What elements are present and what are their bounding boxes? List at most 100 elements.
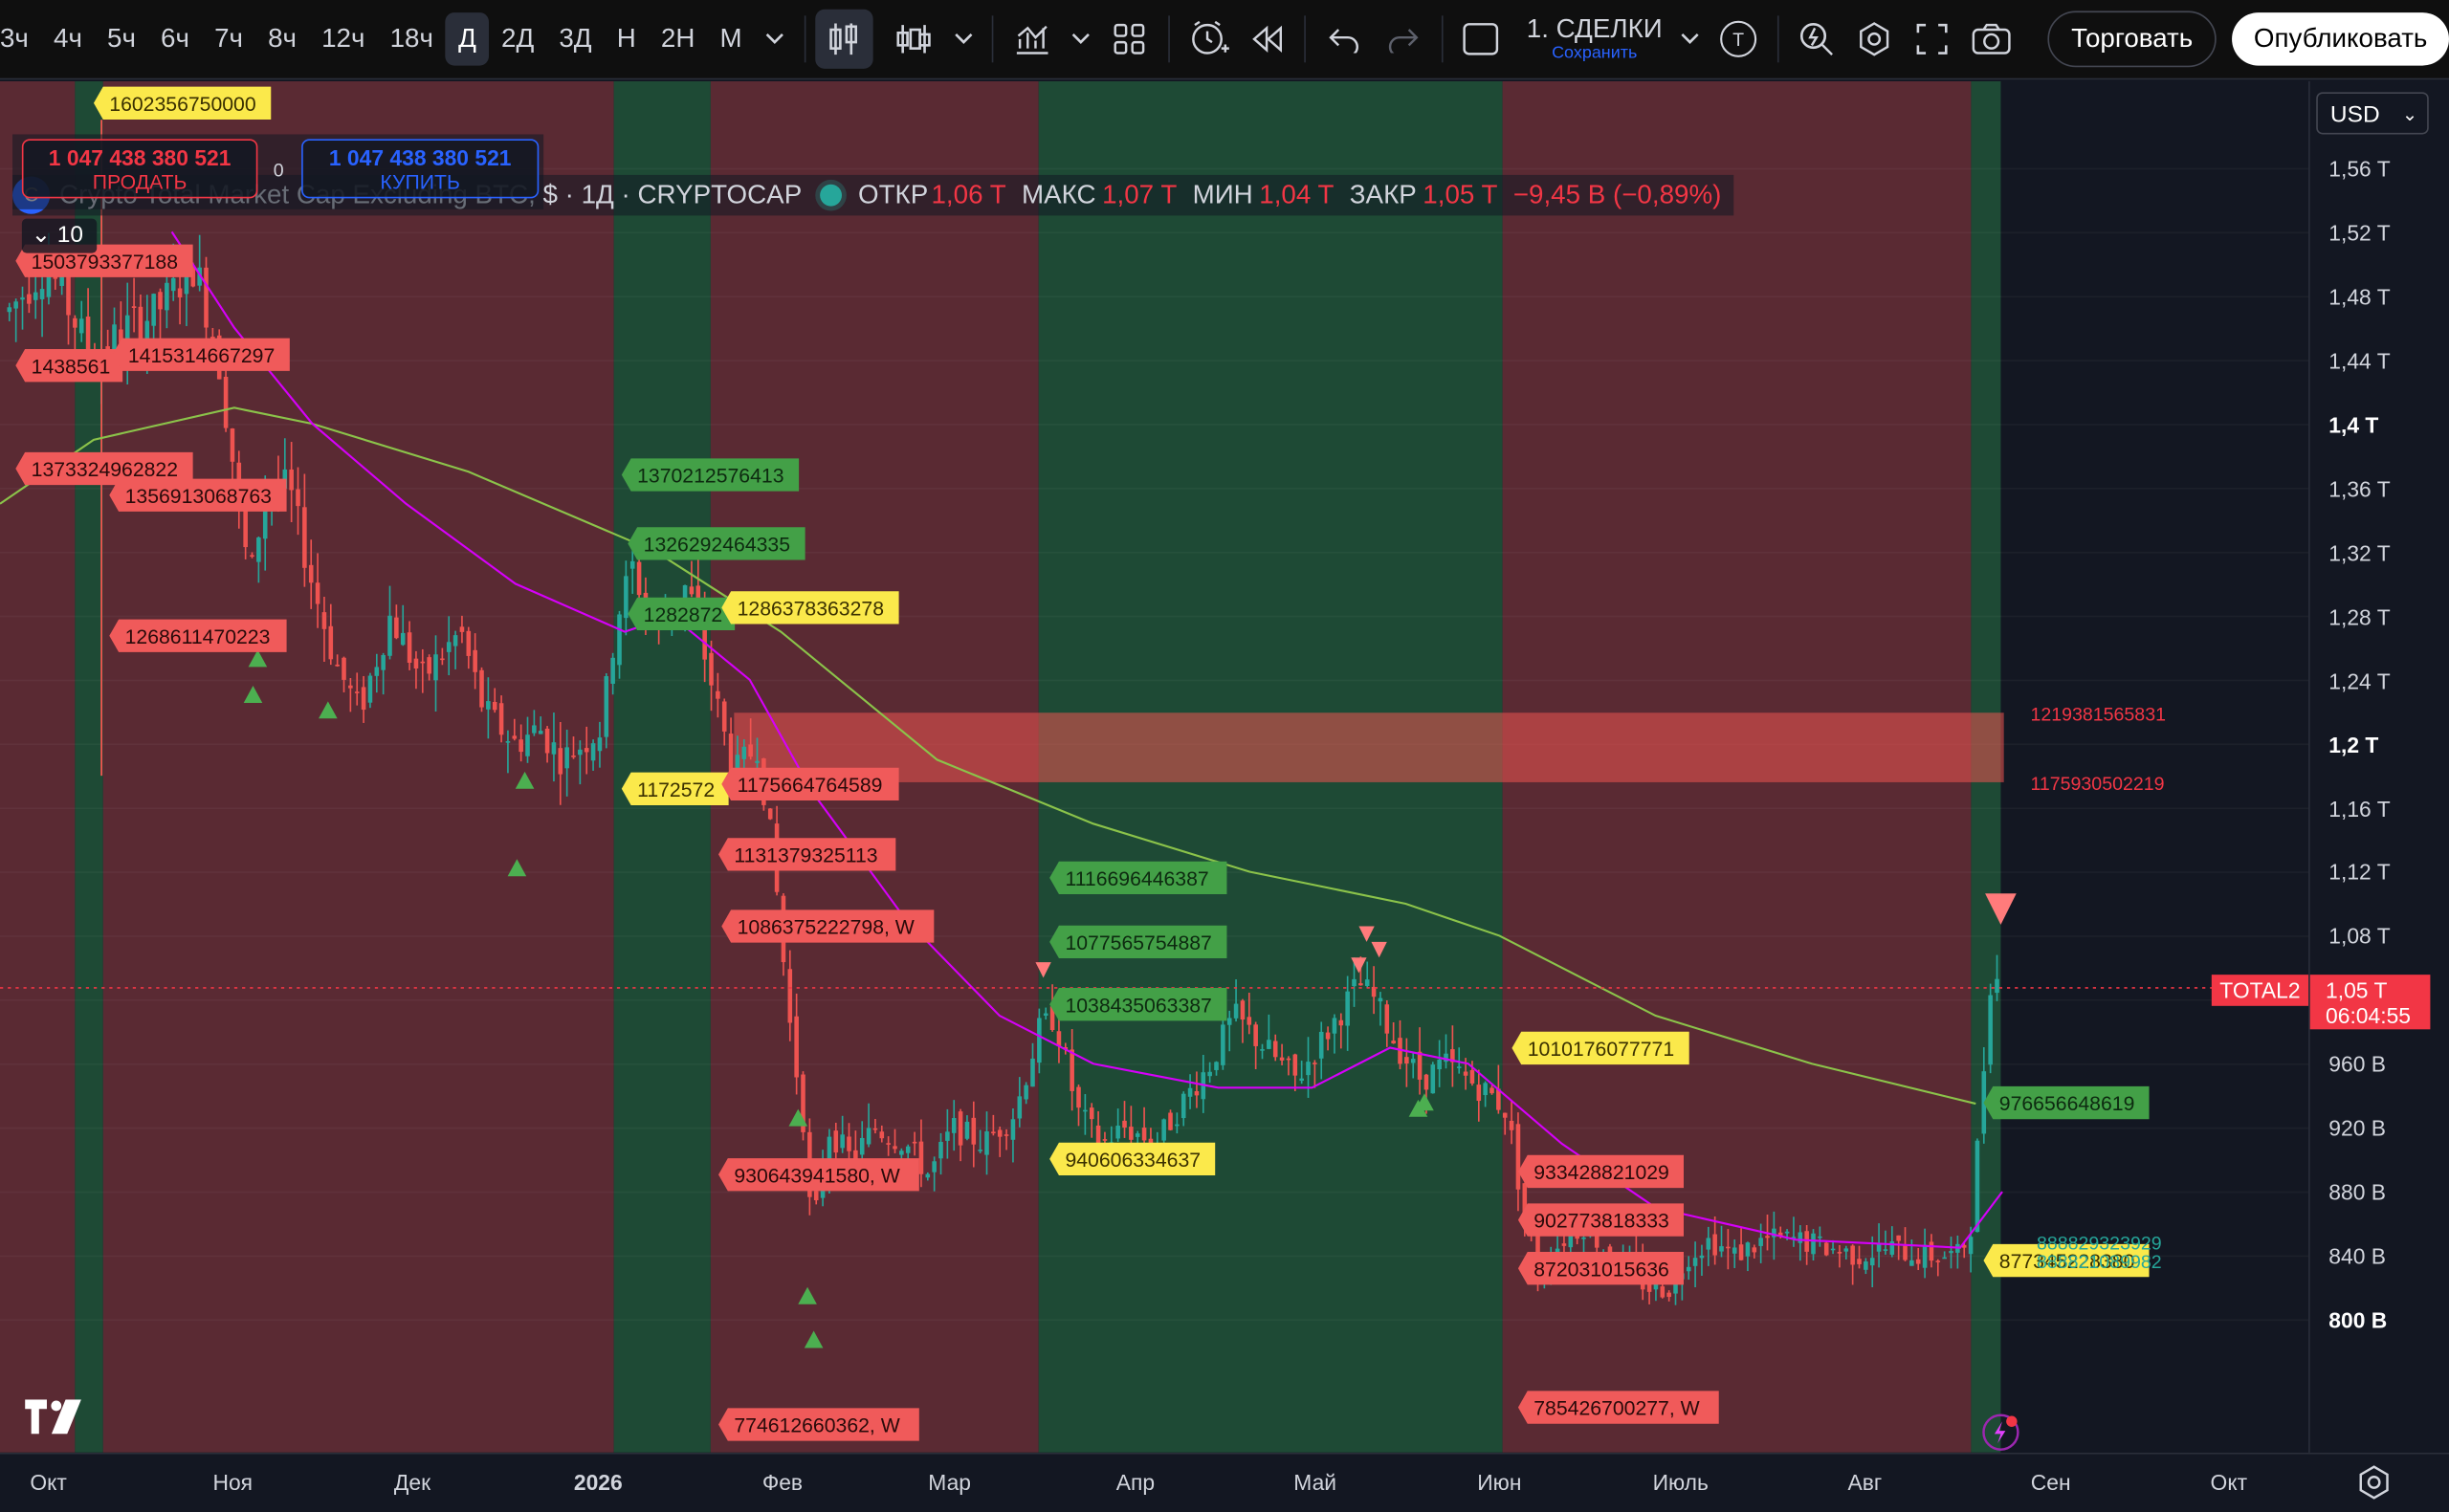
price-axis[interactable]: 1,56 T 1,52 T 1,48 T 1,44 T 1,4 T 1,36 T 1,32 …	[2308, 80, 2449, 1453]
timeframe-7[interactable]: 12ч	[309, 12, 377, 66]
bars-chart-type-icon[interactable]	[885, 10, 943, 69]
timeframe-2[interactable]: 4ч	[41, 12, 95, 66]
timeframe-8[interactable]: 18ч	[378, 12, 446, 66]
candle-body	[1581, 1237, 1586, 1239]
candle-body	[551, 742, 557, 755]
camera-snapshot-icon[interactable]	[1962, 10, 2020, 69]
toolbar-divider	[1441, 15, 1444, 63]
candle-body	[1247, 1017, 1252, 1025]
tradingview-logo-icon[interactable]	[25, 1399, 84, 1441]
candle-body	[394, 617, 399, 639]
price-label-text: 1116696446387	[1065, 868, 1208, 890]
price-tick: 1,56 T	[2328, 156, 2391, 182]
chart-pane[interactable]: 1503793377188 1438561 1415314667297 1373324…	[0, 80, 2309, 1453]
alert-clock-icon[interactable]	[1180, 10, 1238, 69]
candle-body	[847, 1136, 851, 1151]
candle-body	[689, 586, 695, 595]
indicators-icon[interactable]	[1004, 10, 1062, 69]
candle-body	[427, 657, 431, 674]
candle-body	[597, 737, 603, 752]
toolbar-divider	[992, 15, 994, 63]
candle-body	[165, 282, 169, 311]
price-label-text: 933428821029	[1533, 1162, 1669, 1184]
level-value: 888821089982	[2037, 1252, 2162, 1273]
high-value: 1,07 T	[1102, 179, 1178, 209]
current-price-tag[interactable]: 1,05 T 06:04:55	[2309, 975, 2431, 1030]
price-label-red: 933428821029	[1517, 1154, 1684, 1189]
timeframe-4[interactable]: 6ч	[148, 12, 202, 66]
candle-body	[131, 306, 137, 309]
layout-grid-icon[interactable]	[1101, 10, 1159, 69]
high-label: МАКС	[1022, 179, 1096, 209]
candle-body	[1476, 1085, 1482, 1102]
candle-body	[755, 760, 760, 763]
indicators-chevron-icon[interactable]	[1061, 10, 1101, 69]
candle-body	[1318, 1031, 1324, 1059]
timeframe-12[interactable]: Н	[605, 12, 649, 66]
settings-icon[interactable]	[2357, 1465, 2392, 1507]
candle-body	[1306, 1062, 1311, 1076]
candle-body	[151, 294, 156, 326]
candles-chart-type-icon[interactable]	[814, 9, 873, 69]
timeframe-5[interactable]: 7ч	[202, 12, 255, 66]
timeframe-14[interactable]: М	[707, 12, 754, 66]
candle-body	[853, 1150, 858, 1160]
user-avatar-icon[interactable]: T	[1710, 10, 1768, 69]
candle-body	[1358, 983, 1363, 986]
price-chart[interactable]: 1503793377188 1438561 1415314667297 1373324…	[0, 80, 2309, 1453]
candle-body	[1037, 1018, 1042, 1063]
timeframe-11[interactable]: 3Д	[546, 12, 604, 66]
price-tick: 1,44 T	[2328, 347, 2391, 374]
time-tick: Июн	[1477, 1469, 1522, 1496]
timeframe-10[interactable]: 2Д	[489, 12, 546, 66]
price-label-text: 1268611470223	[125, 626, 271, 648]
open-label: ОТКР	[857, 179, 929, 209]
fullscreen-icon[interactable]	[1904, 10, 1962, 69]
chart-type-chevron-icon[interactable]	[943, 10, 983, 69]
candle-body	[1325, 1032, 1331, 1040]
candle-body	[590, 743, 596, 761]
layout-square-icon[interactable]	[1452, 10, 1511, 69]
candle-body	[1122, 1120, 1127, 1129]
price-tick: 1,16 T	[2328, 796, 2391, 822]
candle-body	[1024, 1085, 1028, 1100]
timeframe-13[interactable]: 2Н	[649, 12, 708, 66]
candle-body	[1646, 1283, 1652, 1292]
candle-body	[354, 691, 360, 693]
redo-icon[interactable]	[1374, 10, 1432, 69]
candle-body	[925, 1173, 931, 1178]
quick-search-icon[interactable]	[1788, 10, 1846, 69]
timeframe-3[interactable]: 5ч	[95, 12, 148, 66]
price-label-text: 1286378363278	[738, 599, 884, 621]
candle-body	[958, 1111, 963, 1146]
sell-button[interactable]: 1 047 438 380 521 ПРОДАТЬ	[21, 139, 258, 199]
timeframe-9[interactable]: Д	[446, 12, 489, 66]
settings-gear-icon[interactable]	[1845, 10, 1904, 69]
candle-body	[879, 1131, 885, 1139]
buy-button[interactable]: 1 047 438 380 521 КУПИТЬ	[301, 139, 540, 199]
publish-button[interactable]: Опубликовать	[2232, 12, 2449, 66]
time-axis[interactable]: Окт Ноя Дек 2026 Фев Мар Апр Май Июн Июль Авг Сен Ок…	[0, 1452, 2449, 1512]
buy-label: КУПИТЬ	[380, 170, 460, 194]
price-label-text: 1370212576413	[637, 466, 783, 488]
timeframe-1[interactable]: 3ч	[0, 12, 41, 66]
currency-selector[interactable]: USD ⌄	[2316, 92, 2429, 135]
price-label-green: 1326292464335	[628, 527, 805, 560]
symbol-price-tag[interactable]: TOTAL2	[2211, 975, 2309, 1006]
price-label-red: 1415314667297	[112, 338, 290, 371]
replay-icon[interactable]	[1237, 10, 1295, 69]
undo-icon[interactable]	[1315, 10, 1374, 69]
quantity-selector[interactable]: ⌄ 10	[21, 218, 98, 253]
price-label-red: 902773818333	[1517, 1203, 1684, 1237]
candle-body	[1732, 1247, 1737, 1254]
sell-price: 1 047 438 380 521	[48, 144, 232, 171]
layout-chevron-icon[interactable]	[1669, 10, 1710, 69]
price-label-text: 785426700277, W	[1533, 1398, 1699, 1420]
candle-body	[558, 748, 563, 775]
timeframe-6[interactable]: 8ч	[255, 12, 309, 66]
layout-name-button[interactable]: 1. СДЕЛКИ Сохранить	[1526, 15, 1664, 63]
timeframe-dropdown-chevron-icon[interactable]	[755, 10, 795, 69]
trade-button[interactable]: Торговать	[2047, 11, 2217, 68]
time-tick: Сен	[2030, 1469, 2071, 1496]
candle-body	[1489, 1087, 1494, 1094]
